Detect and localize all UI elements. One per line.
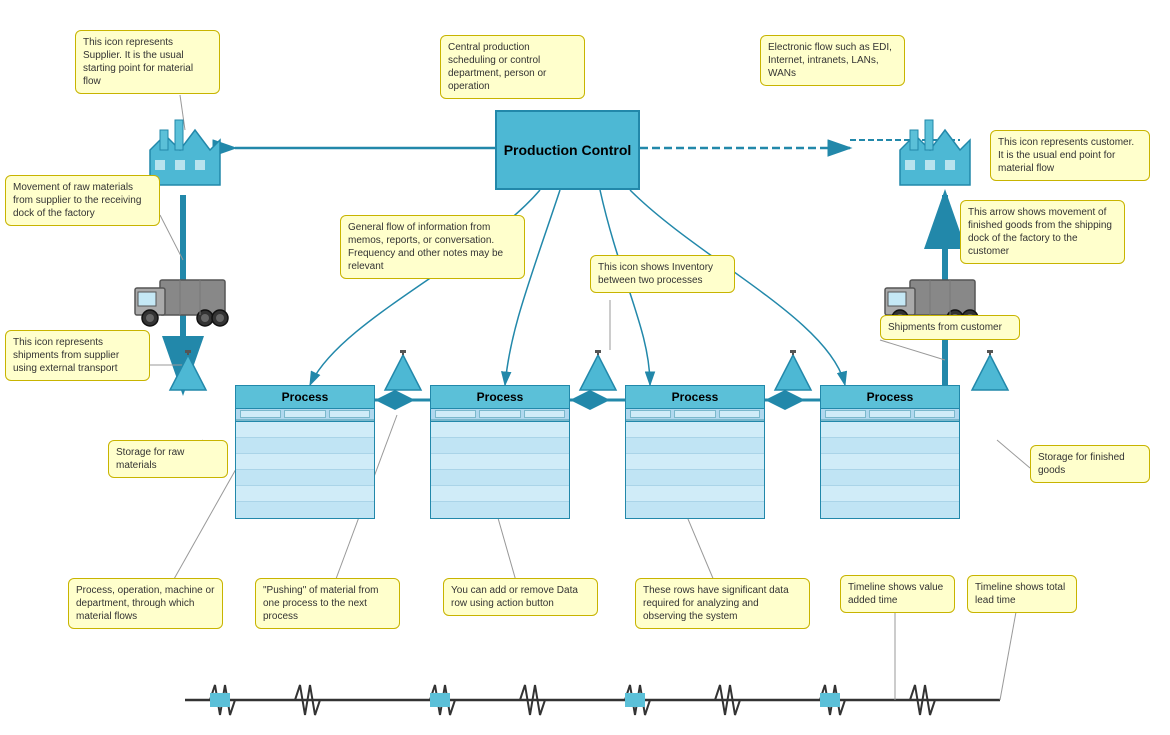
process-4-data-4 xyxy=(821,470,959,486)
process-1-row-1 xyxy=(236,409,374,421)
process-3-rows xyxy=(625,409,765,422)
process-3-data-3 xyxy=(626,454,764,470)
canvas: Production Control xyxy=(0,0,1170,735)
callout-timeline-lead: Timeline shows total lead time xyxy=(967,575,1077,613)
process-box-2: Process xyxy=(430,385,570,519)
triangle-inventory-left xyxy=(168,350,208,398)
process-2-data xyxy=(430,422,570,519)
callout-finished-goods-arrow: This arrow shows movement of finished go… xyxy=(960,200,1125,264)
triangle-svg-1 xyxy=(383,350,423,395)
process-1-data-1 xyxy=(236,422,374,438)
process-3-data-4 xyxy=(626,470,764,486)
process-4-data-6 xyxy=(821,502,959,518)
process-3-data-1 xyxy=(626,422,764,438)
callout-movement-raw: Movement of raw materials from supplier … xyxy=(5,175,160,226)
callout-shipment-supplier: This icon represents shipments from supp… xyxy=(5,330,150,381)
process-3-data-5 xyxy=(626,486,764,502)
process-4-data xyxy=(820,422,960,519)
process-2-data-2 xyxy=(431,438,569,454)
callout-info-flow: General flow of information from memos, … xyxy=(340,215,525,279)
callout-prod-control: Central production scheduling or control… xyxy=(440,35,585,99)
process-2-data-1 xyxy=(431,422,569,438)
triangle-inventory-3 xyxy=(773,350,813,398)
process-4-data-1 xyxy=(821,422,959,438)
process-1-data-3 xyxy=(236,454,374,470)
triangle-inventory-2 xyxy=(578,350,618,398)
process-3-data-2 xyxy=(626,438,764,454)
triangle-svg-2 xyxy=(578,350,618,395)
process-box-4: Process xyxy=(820,385,960,519)
process-1-data-5 xyxy=(236,486,374,502)
supplier-truck-icon xyxy=(130,270,230,333)
callout-data-rows-sig: These rows have significant data require… xyxy=(635,578,810,629)
process-2-data-4 xyxy=(431,470,569,486)
callout-timeline-val: Timeline shows value added time xyxy=(840,575,955,613)
process-4-rows xyxy=(820,409,960,422)
process-1-data xyxy=(235,422,375,519)
callout-shipment-customer: Shipments from customer xyxy=(880,315,1020,340)
process-3-data xyxy=(625,422,765,519)
process-4-header: Process xyxy=(820,385,960,409)
triangle-svg-3 xyxy=(773,350,813,395)
process-4-data-2 xyxy=(821,438,959,454)
process-2-data-3 xyxy=(431,454,569,470)
triangle-inventory-right xyxy=(970,350,1010,398)
process-1-data-6 xyxy=(236,502,374,518)
callout-storage-raw: Storage for raw materials xyxy=(108,440,228,478)
customer-factory-icon xyxy=(890,110,980,193)
process-box-3: Process xyxy=(625,385,765,519)
process-1-rows xyxy=(235,409,375,422)
process-2-row-1 xyxy=(431,409,569,421)
process-4-data-3 xyxy=(821,454,959,470)
process-3-data-6 xyxy=(626,502,764,518)
callout-customer: This icon represents customer. It is the… xyxy=(990,130,1150,181)
process-2-header: Process xyxy=(430,385,570,409)
process-4-data-5 xyxy=(821,486,959,502)
process-2-data-5 xyxy=(431,486,569,502)
process-1-header: Process xyxy=(235,385,375,409)
triangle-inventory-1 xyxy=(383,350,423,398)
process-2-data-6 xyxy=(431,502,569,518)
process-1-data-2 xyxy=(236,438,374,454)
process-2-rows xyxy=(430,409,570,422)
process-box-1: Process xyxy=(235,385,375,519)
process-3-row-1 xyxy=(626,409,764,421)
callout-supplier: This icon represents Supplier. It is the… xyxy=(75,30,220,94)
production-control-box: Production Control xyxy=(495,110,640,190)
customer-factory-svg xyxy=(890,110,980,190)
process-1-data-4 xyxy=(236,470,374,486)
callout-storage-finished: Storage for finished goods xyxy=(1030,445,1150,483)
triangle-svg-right xyxy=(970,350,1010,395)
supplier-truck-svg xyxy=(130,270,230,330)
callout-electronic: Electronic flow such as EDI, Internet, i… xyxy=(760,35,905,86)
callout-push: "Pushing" of material from one process t… xyxy=(255,578,400,629)
process-3-header: Process xyxy=(625,385,765,409)
triangle-svg-left xyxy=(168,350,208,395)
callout-process: Process, operation, machine or departmen… xyxy=(68,578,223,629)
production-control-label: Production Control xyxy=(504,142,632,158)
process-4-row-1 xyxy=(821,409,959,421)
callout-inventory: This icon shows Inventory between two pr… xyxy=(590,255,735,293)
callout-data-row: You can add or remove Data row using act… xyxy=(443,578,598,616)
